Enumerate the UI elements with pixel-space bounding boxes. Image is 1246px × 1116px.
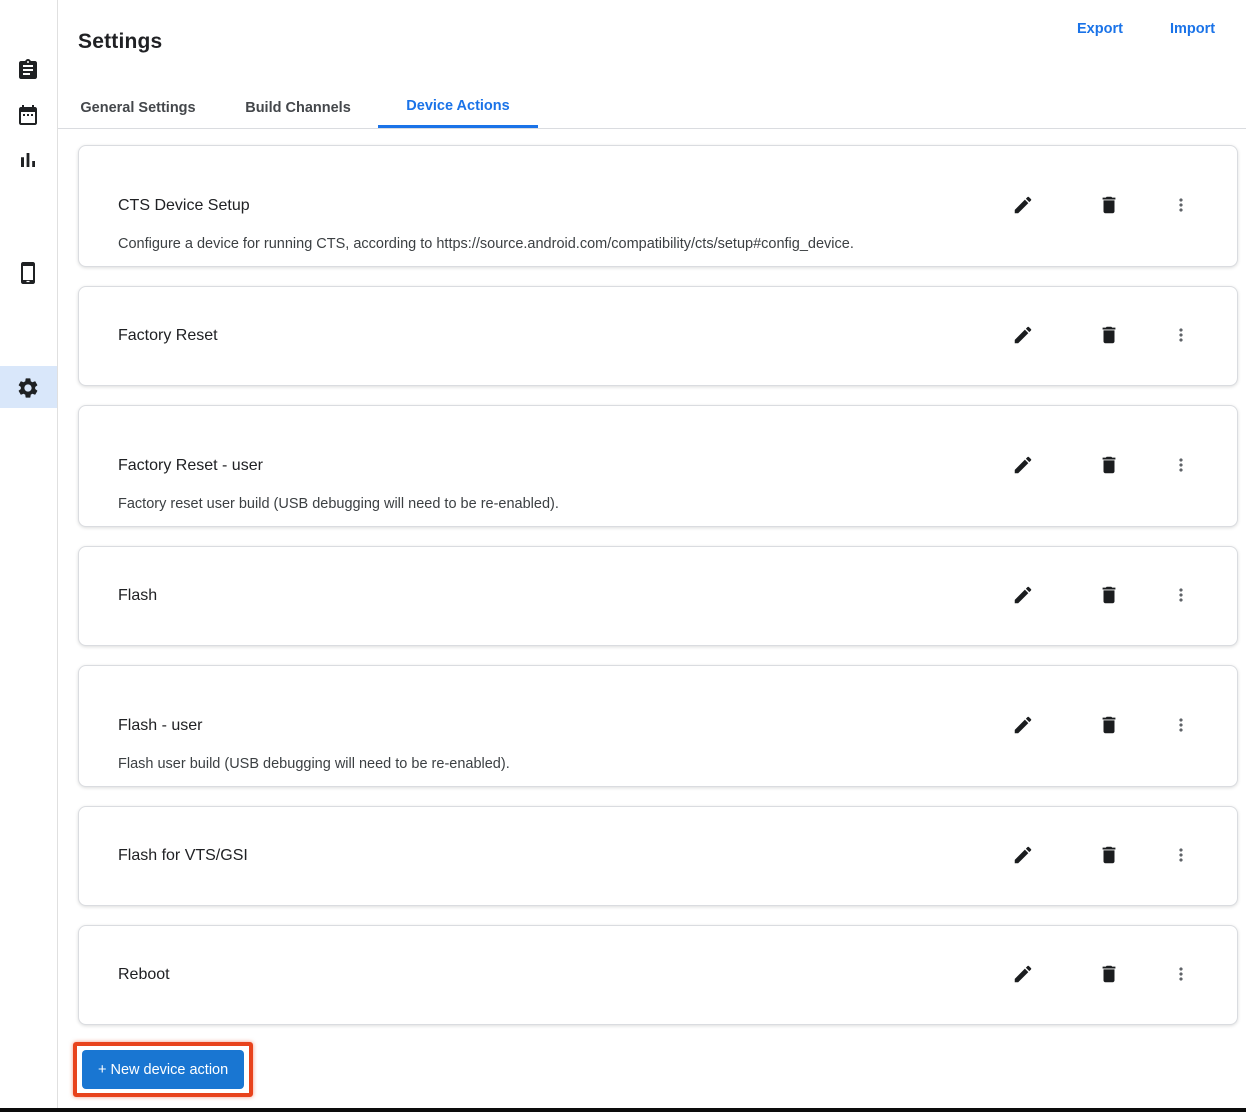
device-action-buttons [1011,844,1237,868]
assignment-icon[interactable] [16,58,40,82]
more-options-button[interactable] [1169,324,1193,348]
new-device-action-button[interactable]: + New device action [82,1050,245,1089]
tab-build-channels[interactable]: Build Channels [218,87,378,128]
edit-button[interactable] [1011,963,1035,987]
delete-button[interactable] [1097,963,1121,987]
device-action-description: Factory reset user build (USB debugging … [118,496,559,512]
export-button[interactable]: Export [1077,21,1123,37]
pencil-icon [1012,714,1034,739]
trash-icon [1098,324,1120,349]
more-vert-icon [1171,195,1191,218]
device-action-name: CTS Device Setup [118,197,250,214]
tabs: General Settings Build Channels Device Act… [58,87,1246,129]
tab-general-settings[interactable]: General Settings [58,87,218,128]
edit-button[interactable] [1011,584,1035,608]
device-action-card: Factory Reset [78,286,1238,386]
more-vert-icon [1171,845,1191,868]
device-action-text: Flash for VTS/GSI [79,847,1011,865]
device-action-name: Flash - user [118,717,203,734]
device-action-text: Factory Reset [79,327,1011,345]
device-action-name: Reboot [118,966,170,983]
device-action-card: Flash [78,546,1238,646]
device-action-card: CTS Device Setup Configure a device for … [78,145,1238,267]
sidebar [0,0,58,1108]
more-vert-icon [1171,325,1191,348]
delete-button[interactable] [1097,584,1121,608]
device-action-buttons [1011,194,1237,218]
gear-icon[interactable] [16,376,40,400]
device-action-text: Reboot [79,966,1011,984]
trash-icon [1098,454,1120,479]
import-button[interactable]: Import [1170,21,1215,37]
trash-icon [1098,584,1120,609]
edit-button[interactable] [1011,844,1035,868]
trash-icon [1098,194,1120,219]
trash-icon [1098,963,1120,988]
device-action-name: Factory Reset - user [118,457,263,474]
device-action-name: Flash for VTS/GSI [118,847,248,864]
device-action-buttons [1011,584,1237,608]
device-action-buttons [1011,324,1237,348]
delete-button[interactable] [1097,194,1121,218]
smartphone-icon[interactable] [16,261,40,285]
pencil-icon [1012,454,1034,479]
device-action-list: CTS Device Setup Configure a device for … [78,145,1238,1025]
device-action-card: Flash - user Flash user build (USB debug… [78,665,1238,787]
edit-button[interactable] [1011,324,1035,348]
more-vert-icon [1171,455,1191,478]
device-action-description: Flash user build (USB debugging will nee… [118,756,510,772]
delete-button[interactable] [1097,844,1121,868]
device-action-text: CTS Device Setup Configure a device for … [79,197,1011,252]
device-action-name: Flash [118,587,158,604]
more-options-button[interactable] [1169,584,1193,608]
bar-chart-icon[interactable] [16,148,40,172]
device-action-name: Factory Reset [118,327,218,344]
device-action-text: Factory Reset - user Factory reset user … [79,457,1011,512]
pencil-icon [1012,324,1034,349]
edit-button[interactable] [1011,714,1035,738]
pencil-icon [1012,194,1034,219]
more-options-button[interactable] [1169,714,1193,738]
more-vert-icon [1171,715,1191,738]
device-action-text: Flash - user Flash user build (USB debug… [79,717,1011,772]
main-content: Settings Export Import General Settings B… [58,0,1246,1108]
device-action-buttons [1011,454,1237,478]
delete-button[interactable] [1097,324,1121,348]
trash-icon [1098,714,1120,739]
calendar-icon[interactable] [16,103,40,127]
more-vert-icon [1171,964,1191,987]
trash-icon [1098,844,1120,869]
device-action-description: Configure a device for running CTS, acco… [118,236,854,252]
more-options-button[interactable] [1169,194,1193,218]
bottom-edge-bar [0,1108,1246,1112]
delete-button[interactable] [1097,454,1121,478]
more-options-button[interactable] [1169,844,1193,868]
more-vert-icon [1171,585,1191,608]
device-action-text: Flash [79,587,1011,605]
delete-button[interactable] [1097,714,1121,738]
edit-button[interactable] [1011,194,1035,218]
annotation-highlight-box: + New device action [73,1042,254,1097]
more-options-button[interactable] [1169,963,1193,987]
more-options-button[interactable] [1169,454,1193,478]
pencil-icon [1012,844,1034,869]
tab-device-actions[interactable]: Device Actions [378,87,538,128]
pencil-icon [1012,963,1034,988]
page-title: Settings [78,30,163,54]
device-action-card: Reboot [78,925,1238,1025]
device-action-buttons [1011,714,1237,738]
device-action-buttons [1011,963,1237,987]
device-action-card: Factory Reset - user Factory reset user … [78,405,1238,527]
pencil-icon [1012,584,1034,609]
device-action-card: Flash for VTS/GSI [78,806,1238,906]
edit-button[interactable] [1011,454,1035,478]
